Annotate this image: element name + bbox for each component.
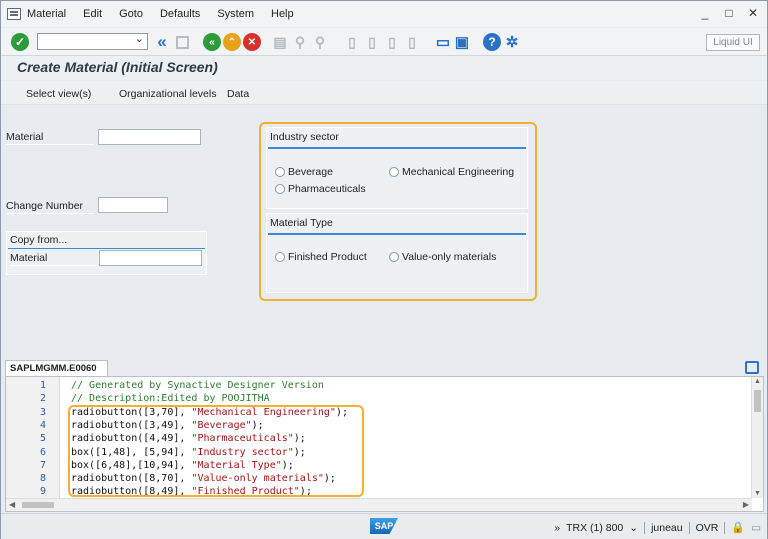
line-number: 2 bbox=[39, 393, 46, 405]
menu-help[interactable]: Help bbox=[271, 8, 294, 20]
back-double-icon[interactable]: « bbox=[153, 32, 171, 51]
standard-toolbar: ✓ « « ⌃ ✕ ▤ ⚲ ⚲ ▯ ▯ ▯ ▯ ▭ ▣ ? ✲ Liquid U… bbox=[1, 28, 767, 56]
sap-logo: SAP bbox=[370, 518, 398, 534]
application-toolbar: Select view(s) Organizational levels Dat… bbox=[1, 81, 767, 105]
expand-status-icon[interactable]: » bbox=[554, 522, 560, 534]
vertical-scrollbar[interactable]: ▲ ▼ bbox=[751, 377, 763, 498]
command-field[interactable] bbox=[37, 32, 148, 50]
copy-from-title: Copy from... bbox=[10, 234, 68, 246]
first-page-icon[interactable]: ▯ bbox=[343, 33, 361, 51]
line-number: 1 bbox=[39, 380, 46, 391]
exit-icon[interactable]: ⌃ bbox=[223, 33, 241, 51]
line-number: 5 bbox=[39, 433, 46, 445]
line-number: 3 bbox=[39, 406, 46, 418]
chevron-down-icon[interactable]: ⌄ bbox=[629, 522, 638, 534]
code-line[interactable]: 2 // Description:Edited by POOJITHA bbox=[6, 392, 746, 405]
script-editor[interactable]: 1 // Generated by Synactive Designer Vers… bbox=[5, 376, 764, 512]
highlight-box-groups bbox=[259, 122, 537, 301]
code-text: // Description:Edited by POOJITHA bbox=[71, 393, 270, 405]
material-label: Material bbox=[6, 131, 94, 145]
lock-icon[interactable]: 🔒 bbox=[731, 521, 745, 534]
new-session-icon[interactable]: ▭ bbox=[434, 33, 452, 51]
highlight-box-code bbox=[68, 405, 364, 497]
line-number: 9 bbox=[39, 486, 46, 498]
status-bar: SAP » TRX (1) 800 ⌄ juneau OVR 🔒 ▭ bbox=[1, 513, 767, 539]
menu-goto[interactable]: Goto bbox=[119, 8, 143, 20]
editor-tab[interactable]: SAPLMGMM.E0060 bbox=[5, 360, 108, 376]
menu-system[interactable]: System bbox=[217, 8, 254, 20]
code-text: // Generated by Synactive Designer Versi… bbox=[71, 380, 324, 391]
shortcut-icon[interactable]: ▣ bbox=[453, 33, 471, 51]
server-name: juneau bbox=[651, 521, 683, 534]
copy-material-label: Material bbox=[10, 252, 96, 266]
menu-material[interactable]: Material bbox=[27, 8, 66, 20]
copy-from-group: Copy from... Material bbox=[6, 231, 207, 275]
next-page-icon[interactable]: ▯ bbox=[383, 33, 401, 51]
editor-save-icon[interactable] bbox=[745, 361, 759, 374]
line-number: 6 bbox=[39, 446, 46, 458]
sap-gui-window: Material Edit Goto Defaults System Help … bbox=[0, 0, 768, 539]
minimize-icon[interactable]: _ bbox=[699, 7, 711, 19]
settings-icon[interactable]: ✲ bbox=[503, 33, 521, 51]
menu-defaults[interactable]: Defaults bbox=[160, 8, 200, 20]
scroll-thumb[interactable] bbox=[754, 390, 761, 412]
print-icon[interactable]: ▤ bbox=[271, 33, 289, 51]
code-line[interactable]: 1 // Generated by Synactive Designer Vers… bbox=[6, 379, 746, 392]
close-icon[interactable]: ✕ bbox=[747, 7, 759, 19]
page-title: Create Material (Initial Screen) bbox=[17, 59, 218, 75]
save-icon[interactable] bbox=[173, 33, 191, 51]
insert-mode[interactable]: OVR bbox=[696, 522, 719, 534]
prev-page-icon[interactable]: ▯ bbox=[363, 33, 381, 51]
line-number: 8 bbox=[39, 473, 46, 485]
change-number-input[interactable] bbox=[98, 197, 168, 213]
data-button[interactable]: Data bbox=[227, 88, 249, 100]
menu-edit[interactable]: Edit bbox=[83, 8, 102, 20]
help-icon[interactable]: ? bbox=[483, 33, 501, 51]
window-controls: _ □ ✕ bbox=[699, 7, 759, 19]
status-items: » TRX (1) 800 ⌄ juneau OVR 🔒 ▭ bbox=[554, 521, 761, 534]
scroll-thumb[interactable] bbox=[22, 502, 54, 508]
line-number: 7 bbox=[39, 459, 46, 471]
transaction-info[interactable]: TRX (1) 800 bbox=[566, 522, 623, 534]
title-bar: Create Material (Initial Screen) bbox=[1, 56, 767, 80]
enter-icon[interactable]: ✓ bbox=[11, 33, 29, 51]
copy-material-input[interactable] bbox=[99, 250, 202, 266]
horizontal-scrollbar[interactable]: ◀ ▶ bbox=[6, 498, 752, 511]
layout-menu-icon[interactable]: ▭ bbox=[751, 522, 761, 534]
back-icon[interactable]: « bbox=[203, 33, 221, 51]
find-next-icon[interactable]: ⚲ bbox=[311, 33, 329, 51]
app-menu-icon[interactable] bbox=[7, 8, 21, 20]
change-number-label: Change Number bbox=[6, 200, 94, 214]
screen-area: Material Change Number Copy from... Mate… bbox=[1, 106, 767, 359]
menu-bar: Material Edit Goto Defaults System Help … bbox=[1, 1, 767, 27]
liquid-ui-button[interactable]: Liquid UI bbox=[706, 34, 760, 51]
maximize-icon[interactable]: □ bbox=[723, 7, 735, 19]
material-input[interactable] bbox=[98, 129, 201, 145]
find-icon[interactable]: ⚲ bbox=[291, 33, 309, 51]
select-views-button[interactable]: Select view(s) bbox=[26, 88, 91, 100]
cancel-icon[interactable]: ✕ bbox=[243, 33, 261, 51]
organizational-levels-button[interactable]: Organizational levels bbox=[119, 88, 216, 100]
last-page-icon[interactable]: ▯ bbox=[403, 33, 421, 51]
line-number: 4 bbox=[39, 419, 46, 431]
